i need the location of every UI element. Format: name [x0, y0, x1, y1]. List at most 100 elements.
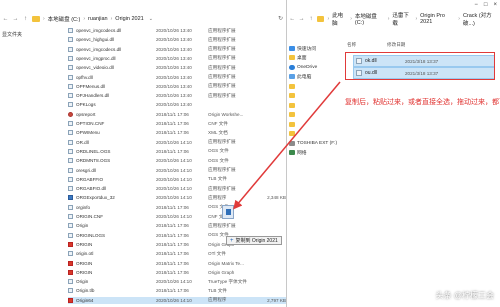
table-row[interactable]: OPFMenus.dll 2020/10/26 13:40 应用程序扩展: [68, 83, 286, 90]
table-row[interactable]: OPTION.CNF 2018/11/1 17:06 CNF 文件: [68, 120, 286, 127]
sidebar-item[interactable]: [289, 101, 297, 109]
table-row[interactable]: ORDLINEL.OGS 2018/11/1 17:06 OGS 文件: [68, 148, 286, 155]
minimize-icon[interactable]: −: [474, 2, 478, 8]
table-row[interactable]: OPWIMenu 2018/11/1 17:06 XML 文档: [68, 129, 286, 136]
table-row[interactable]: opsreport 2018/11/1 17:06 Origin Workshe..…: [68, 111, 286, 118]
table-row[interactable]: OPKLogs 2020/10/26 13:40: [68, 101, 286, 108]
table-row[interactable]: openvc_imgproc.dll 2020/10/26 13:40 应用程序扩展: [68, 55, 286, 62]
file-type: Origin Matrix Te...: [208, 260, 244, 266]
table-row[interactable]: Origin 2018/11/1 17:06 应用程序扩展: [68, 222, 286, 229]
file-file-icon: [68, 204, 73, 210]
file-date: 2018/11/1 17:06: [156, 269, 189, 275]
table-row[interactable]: openvc_imgcodecs.dll 2020/10/26 13:40 应用程序…: [68, 27, 286, 34]
instruction-text: 复制后，粘贴过来，或者直接全选，拖动过来，都可以: [345, 99, 500, 106]
file-date: 2020/10/26 13:40: [156, 93, 192, 99]
file-list-left: openvc_imgcodecs.dll 2020/10/26 13:40 应用程序…: [68, 25, 286, 307]
file-name: orginfo: [76, 204, 91, 210]
sidebar-item[interactable]: OneDrive: [289, 63, 317, 71]
bar-file-icon: [68, 195, 73, 201]
table-row[interactable]: oresgri.dll 2020/10/26 14:10 应用程序扩展: [68, 167, 286, 174]
refresh-icon[interactable]: ↻: [278, 15, 283, 22]
folder-icon: [289, 112, 295, 117]
breadcrumb-item[interactable]: 本地磁盘 (C:): [355, 12, 385, 26]
sidebar-item[interactable]: [289, 92, 297, 100]
file-date: 2020/10/26 13:40: [156, 74, 192, 80]
forward-arrow-icon[interactable]: →: [12, 16, 19, 22]
sidebar-item[interactable]: 此电脑: [289, 73, 311, 81]
up-arrow-icon[interactable]: ↑: [308, 16, 314, 22]
sidebar-item[interactable]: TOSHIBA EXT (F:): [289, 139, 337, 147]
cloud-icon: [289, 64, 295, 70]
back-arrow-icon[interactable]: ←: [2, 16, 9, 22]
file-type: Origin Workshe...: [208, 111, 244, 117]
table-row[interactable]: OPJHandlers.dll 2020/10/26 13:40 应用程序扩展: [68, 92, 286, 99]
file-size: 2,797 KB: [267, 297, 286, 303]
sidebar-item[interactable]: 网络: [289, 149, 307, 157]
sidebar-item[interactable]: 快速访问: [289, 44, 316, 52]
file-name: openvc_imgproc.dll: [76, 55, 116, 61]
table-row[interactable]: openvc_imgcodecs.dll 2020/10/26 13:40 应用程序…: [68, 46, 286, 53]
table-row[interactable]: origin.otl 2018/11/1 17:06 OTl 文件: [68, 250, 286, 257]
sidebar-item-label: 桌面: [297, 56, 307, 61]
table-row[interactable]: openvc_highgui.dll 2020/10/26 13:40 应用程序扩展: [68, 36, 286, 43]
table-row[interactable]: ORGExportdux_32 2020/10/26 14:10 应用程序 2,348…: [68, 194, 286, 201]
file-date: 2020/10/26 14:10: [156, 158, 192, 164]
breadcrumb-item[interactable]: Crack (对方破...): [463, 11, 500, 27]
sidebar-item[interactable]: 桌面: [289, 54, 307, 62]
table-row[interactable]: opfhv.dll 2020/10/26 13:40 应用程序扩展: [68, 74, 286, 81]
table-row[interactable]: ORIGIN 2018/11/1 17:06 Origin Matrix Te...: [68, 260, 286, 267]
table-row[interactable]: ORDMNT8.OGS 2020/10/26 14:10 OGS 文件: [68, 157, 286, 164]
table-row[interactable]: Origin64 2020/10/26 14:10 应用程序 2,797 KB: [68, 296, 286, 304]
file-file-icon: [68, 232, 73, 238]
dll-file-icon: [68, 74, 73, 80]
table-row[interactable]: openvc_videoio.dll 2020/10/26 13:40 应用程序扩展: [68, 64, 286, 71]
file-name: ORGABFIO.dll: [76, 186, 107, 192]
file-name: opfhv.dll: [76, 74, 93, 80]
sidebar-item[interactable]: [289, 130, 297, 138]
sidebar-item[interactable]: [289, 111, 297, 119]
file-name: ORGABFFIO: [76, 176, 104, 182]
breadcrumb-item[interactable]: Origin 2021: [115, 16, 143, 22]
breadcrumb-item[interactable]: 迅雷下载: [392, 11, 412, 27]
file-name: ORIGIN: [76, 260, 93, 266]
breadcrumb-item[interactable]: ruanjian: [88, 16, 108, 22]
file-date: 2020/10/26 14:10: [156, 167, 192, 173]
red-file-icon: [68, 260, 73, 266]
plus-icon: +: [230, 237, 234, 244]
file-name: ORDMNT8.OGS: [76, 158, 111, 164]
column-name[interactable]: 名称: [347, 42, 387, 49]
drag-tip-label: 复制到 Origin 2021: [235, 238, 278, 244]
table-row[interactable]: ORIGIN 2018/11/1 17:06 Origin Graph: [68, 269, 286, 276]
file-name: OPTION.CNF: [76, 121, 105, 126]
dll-file-icon: [68, 28, 73, 33]
chevron-down-icon[interactable]: ⌄: [149, 16, 153, 22]
address-bar-right[interactable]: ← → ↑ › 此电脑 › 本地磁盘 (C:) › 迅雷下载 › Origin …: [287, 11, 500, 27]
maximize-icon[interactable]: □: [484, 2, 488, 8]
up-arrow-icon[interactable]: ↑: [22, 16, 29, 22]
table-row[interactable]: OR.dll 2020/10/26 14:10 应用程序扩展: [68, 139, 286, 146]
sidebar-item-label: 网络: [297, 151, 307, 156]
file-type: CNF 文件: [208, 120, 228, 126]
table-row[interactable]: ORIGIN.CNF 2020/10/26 14:10 CNF 文件: [68, 213, 286, 220]
file-file-icon: [68, 279, 73, 285]
table-row[interactable]: orginfo 2018/11/1 17:06 OGS 文件: [68, 204, 286, 211]
file-date: 2020/10/26 14:10: [156, 139, 192, 145]
folder-icon: [289, 93, 295, 98]
file-date: 2020/10/26 14:10: [156, 176, 192, 182]
back-arrow-icon[interactable]: ←: [289, 16, 295, 22]
breadcrumb-item[interactable]: 本地磁盘 (C:): [48, 15, 81, 23]
sidebar-item[interactable]: [289, 120, 297, 128]
file-date: 2020/10/26 14:10: [156, 279, 192, 285]
table-row[interactable]: ORGABFIO.dll 2020/10/26 14:10 应用程序扩展: [68, 185, 286, 192]
breadcrumb-item[interactable]: 此电脑: [332, 11, 347, 27]
table-row[interactable]: Origin 2020/10/26 14:10 TrueType 字体文件: [68, 278, 286, 285]
forward-arrow-icon[interactable]: →: [298, 16, 305, 22]
table-row[interactable]: Origin.tlb 2018/11/1 17:06 TLB 文件: [68, 287, 286, 294]
table-row[interactable]: ORGABFFIO 2020/10/26 14:10 TLB 文件: [68, 176, 286, 183]
address-bar-left[interactable]: ← → ↑ › 本地磁盘 (C:) › ruanjian › Origin 20…: [0, 12, 286, 25]
drive-icon: [289, 140, 295, 146]
close-icon[interactable]: ×: [493, 2, 497, 8]
sidebar-item[interactable]: [289, 82, 297, 90]
column-date[interactable]: 修改日期: [387, 42, 405, 49]
breadcrumb-item[interactable]: Origin Pro 2021: [420, 13, 455, 25]
